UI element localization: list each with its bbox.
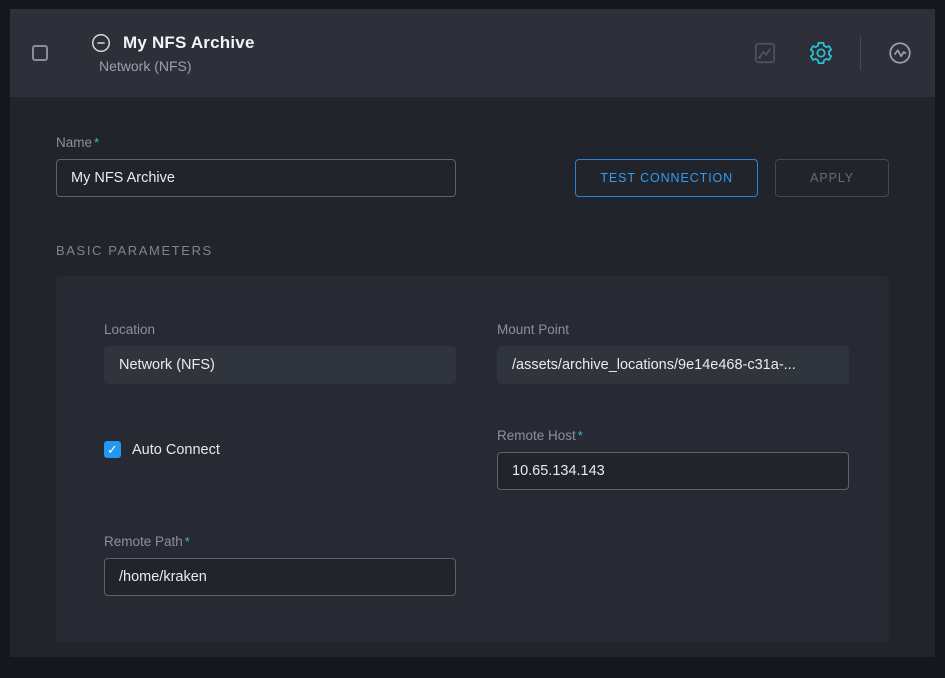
mount-point-label: Mount Point [497,322,849,337]
mount-point-field: Mount Point [497,322,849,384]
archive-location-card: My NFS Archive Network (NFS) [10,9,935,657]
test-connection-button[interactable]: TEST CONNECTION [575,159,758,197]
check-icon: ✓ [107,442,118,458]
basic-parameters-panel: Location Mount Point ✓ Auto Connect Remo… [56,276,889,642]
remote-path-label: Remote Path* [104,534,456,549]
auto-connect-label: Auto Connect [132,442,220,458]
card-subtitle: Network (NFS) [99,58,255,74]
empty-cell [497,534,849,596]
auto-connect-checkbox-row[interactable]: ✓ Auto Connect [104,441,456,458]
header-divider [860,36,861,70]
card-header: My NFS Archive Network (NFS) [10,9,935,97]
required-asterisk: * [578,428,583,443]
remote-host-input[interactable] [497,452,849,490]
remote-path-input[interactable] [104,558,456,596]
statistics-chart-icon[interactable] [752,40,778,66]
required-asterisk: * [185,534,190,549]
auto-connect-checkbox[interactable]: ✓ [104,441,121,458]
name-input[interactable] [56,159,456,197]
name-label: Name* [56,135,889,150]
collapse-minus-circle-icon[interactable] [90,32,112,54]
page-title: My NFS Archive [123,33,255,53]
location-input[interactable] [104,346,456,384]
remote-path-field: Remote Path* [104,534,456,596]
mount-point-input[interactable] [497,346,849,384]
location-field: Location [104,322,456,384]
location-label: Location [104,322,456,337]
required-asterisk: * [94,135,99,150]
name-row: TEST CONNECTION APPLY [56,159,889,197]
basic-parameters-heading: BASIC PARAMETERS [56,243,889,258]
activity-pulse-circle-icon[interactable] [887,40,913,66]
title-block: My NFS Archive Network (NFS) [90,32,255,74]
select-checkbox[interactable] [32,45,48,61]
remote-host-field: Remote Host* [497,428,849,490]
settings-gear-icon[interactable] [808,40,834,66]
remote-host-label: Remote Host* [497,428,849,443]
card-body: Name* TEST CONNECTION APPLY BASIC PARAME… [10,97,935,657]
apply-button[interactable]: APPLY [775,159,889,197]
